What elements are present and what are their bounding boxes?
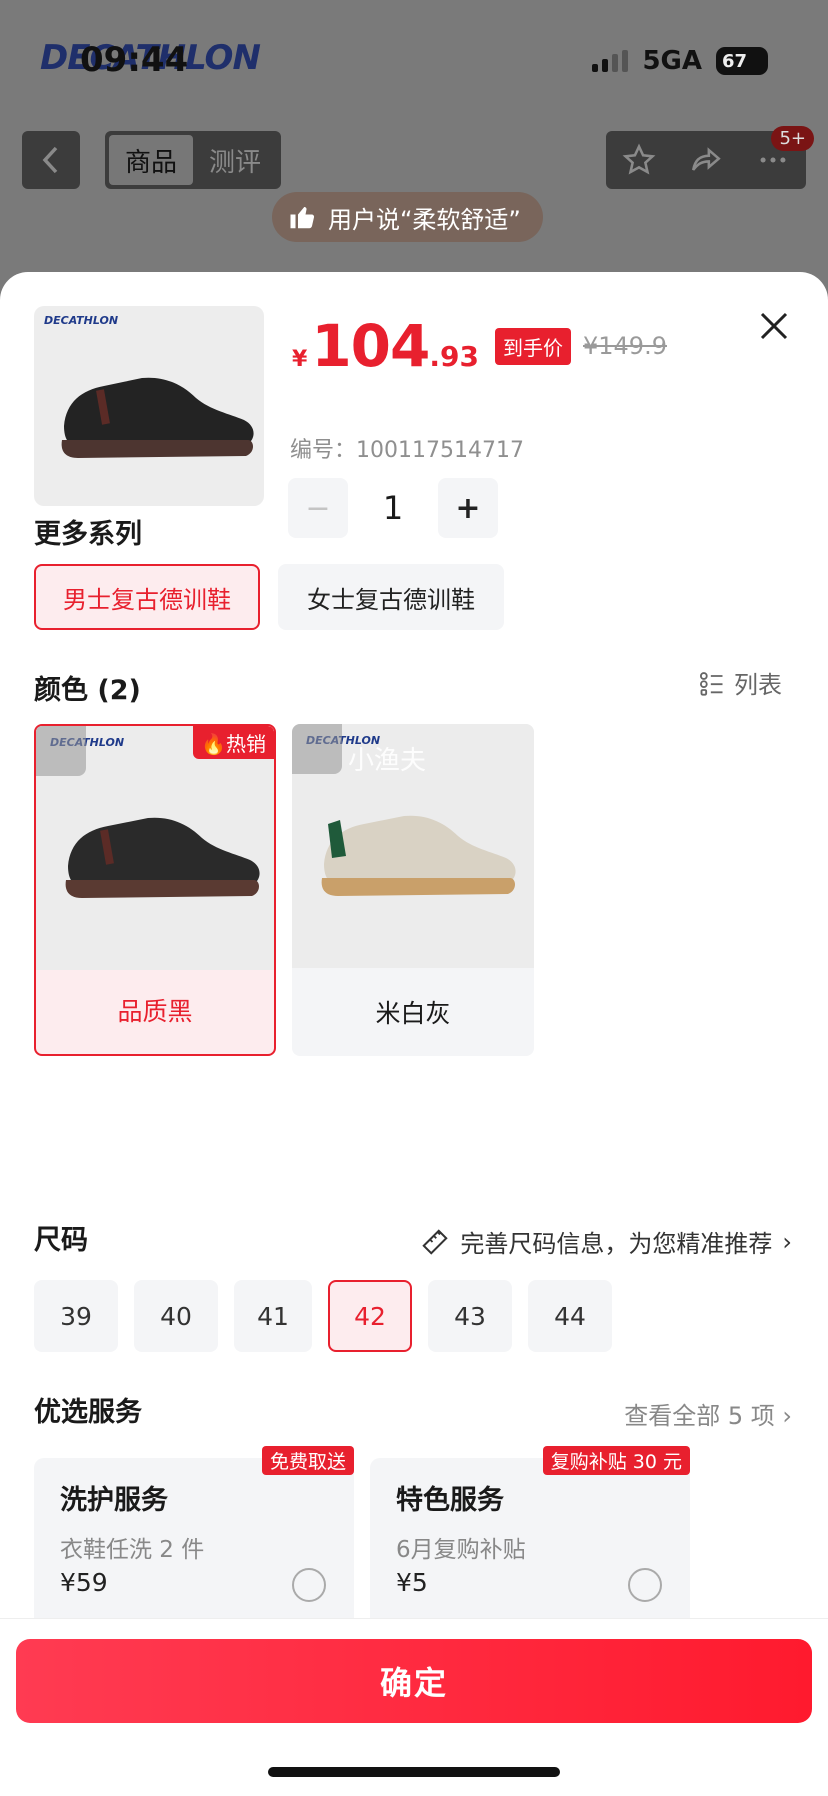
hot-label: 热销: [226, 732, 266, 756]
back-button[interactable]: [22, 131, 80, 189]
share-icon[interactable]: [689, 143, 723, 177]
final-price-tag: 到手价: [495, 327, 571, 365]
close-icon[interactable]: [754, 306, 794, 346]
message-badge: 5+: [771, 126, 814, 151]
series-title: 更多系列: [34, 519, 142, 550]
star-icon[interactable]: [622, 143, 656, 177]
service-radio[interactable]: [292, 1568, 326, 1602]
size-option[interactable]: 44: [528, 1280, 612, 1352]
price-decimal: .93: [429, 340, 479, 373]
service-card-special[interactable]: 复购补贴 30 元 特色服务 6月复购补贴 ¥5: [370, 1446, 690, 1628]
increase-button[interactable]: +: [438, 478, 498, 538]
shoe-image: [61, 377, 254, 458]
original-price: ¥149.9: [583, 332, 667, 360]
service-card-wash[interactable]: 免费取送 洗护服务 衣鞋任洗 2 件 ¥59: [34, 1446, 354, 1628]
tab-product[interactable]: 商品: [109, 135, 194, 185]
zoom-icon[interactable]: [36, 726, 86, 776]
confirm-button[interactable]: 确定: [16, 1639, 812, 1723]
size-recommend-link[interactable]: 完善尺码信息，为您精准推荐 ›: [420, 1224, 792, 1259]
hot-badge: 🔥热销: [193, 726, 274, 759]
tab-review[interactable]: 测评: [193, 135, 277, 185]
service-radio[interactable]: [628, 1568, 662, 1602]
sku-number: 编号：100117514717: [290, 438, 524, 463]
color-title: 颜色 (2): [34, 675, 141, 706]
battery-icon: 67: [716, 47, 768, 75]
thumbnail-brand: DECATHLON: [44, 314, 119, 327]
decrease-button[interactable]: −: [288, 478, 348, 538]
quantity-stepper: − 1 +: [288, 478, 498, 538]
chevron-left-icon: [42, 146, 58, 174]
chevron-right-icon: ›: [782, 1227, 792, 1256]
service-subtitle: 衣鞋任洗 2 件: [60, 1537, 205, 1563]
size-option[interactable]: 43: [428, 1280, 512, 1352]
service-title: 特色服务: [396, 1485, 504, 1516]
home-indicator: [268, 1767, 560, 1777]
size-title: 尺码: [34, 1225, 88, 1256]
color-option-beige[interactable]: DECATHLON 小渔夫 米白灰: [292, 724, 534, 1056]
service-price: ¥59: [60, 1568, 108, 1597]
battery-level: 67: [722, 50, 748, 72]
service-title: 洗护服务: [60, 1485, 168, 1516]
color-label-beige: 米白灰: [375, 999, 451, 1028]
size-option[interactable]: 41: [234, 1280, 312, 1352]
size-option[interactable]: 40: [134, 1280, 218, 1352]
status-time: 09:44: [80, 40, 189, 80]
service-subtitle: 6月复购补贴: [396, 1537, 526, 1563]
bottom-bar: 确定: [0, 1618, 828, 1796]
service-tag: 复购补贴 30 元: [542, 1446, 690, 1475]
signal-icon: [592, 50, 629, 72]
review-tip-text: 用户说“柔软舒适”: [328, 205, 521, 234]
service-price: ¥5: [396, 1568, 428, 1597]
list-view-toggle[interactable]: 列表: [698, 665, 782, 700]
quantity-value[interactable]: 1: [348, 489, 438, 527]
services-title: 优选服务: [34, 1397, 142, 1428]
zoom-icon[interactable]: [292, 724, 342, 774]
service-tag: 免费取送: [261, 1446, 354, 1475]
status-indicators: 5GA 67: [592, 46, 768, 76]
services-more-link[interactable]: 查看全部 5 项 ›: [624, 1396, 792, 1431]
background-page: DECATHLON 09:44 5GA 67 商品 测评 5+ 用户说“柔软舒适…: [0, 0, 828, 300]
color-label-black: 品质黑: [117, 997, 193, 1026]
list-icon: [699, 671, 723, 696]
series-option-women[interactable]: 女士复古德训鞋: [278, 564, 504, 630]
size-option-selected[interactable]: 42: [328, 1280, 412, 1352]
fire-icon: 🔥: [201, 732, 226, 756]
watermark-text: 小渔夫: [348, 746, 427, 776]
series-option-men[interactable]: 男士复古德训鞋: [34, 564, 260, 630]
color-option-black[interactable]: DECATHLON 🔥热销 品质黑: [34, 724, 276, 1056]
product-thumbnail[interactable]: DECATHLON: [34, 306, 264, 506]
network-label: 5GA: [642, 46, 702, 76]
size-option[interactable]: 39: [34, 1280, 118, 1352]
price-row: ¥ 104 .93 到手价 ¥149.9: [292, 312, 667, 380]
list-view-label: 列表: [734, 671, 782, 699]
ruler-icon: [422, 1228, 449, 1255]
review-tip: 用户说“柔软舒适”: [272, 192, 543, 242]
sku-sheet: DECATHLON ¥ 104 .93 到手价 ¥149.9 编号：100117…: [0, 272, 828, 1796]
price-symbol: ¥: [292, 347, 308, 372]
size-recommend-text: 完善尺码信息，为您精准推荐: [460, 1230, 773, 1258]
price-integer: 104: [311, 312, 430, 380]
top-tabs: 商品 测评: [105, 131, 282, 189]
thumbs-up-icon: [290, 207, 315, 229]
